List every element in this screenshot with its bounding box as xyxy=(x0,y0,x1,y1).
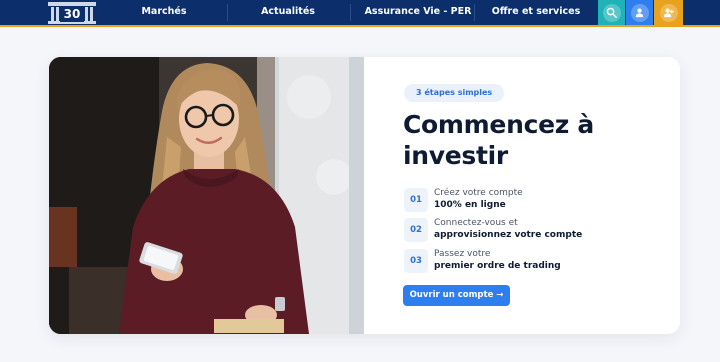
nav-item-marches[interactable]: Marchés xyxy=(118,0,210,25)
step-1: 01 Créez votre compte 100% en ligne xyxy=(404,188,664,214)
open-account-button[interactable]: Ouvrir un compte → xyxy=(403,285,510,306)
nav-separator xyxy=(227,4,228,21)
step-text-bold: premier ordre de trading xyxy=(434,261,561,271)
search-icon xyxy=(602,3,621,22)
step-3: 03 Passez votre premier ordre de trading xyxy=(404,249,664,275)
nav-separator xyxy=(474,4,475,21)
step-text: Connectez-vous et xyxy=(434,218,518,228)
account-button[interactable] xyxy=(626,0,653,25)
step-text: Passez votre xyxy=(434,249,491,259)
step-text-bold: approvisionnez votre compte xyxy=(434,230,583,240)
hero-title: Commencez à investir xyxy=(403,110,594,170)
steps-badge: 3 étapes simples xyxy=(404,84,505,102)
hero-content: 3 étapes simples Commencez à investir 01… xyxy=(364,57,680,334)
nav-item-actualites[interactable]: Actualités xyxy=(240,0,336,25)
site-logo[interactable]: 30 xyxy=(46,2,98,24)
add-user-icon xyxy=(659,3,678,22)
search-button[interactable] xyxy=(598,0,625,25)
hero-photo xyxy=(49,57,364,334)
user-icon xyxy=(630,3,649,22)
step-number: 02 xyxy=(404,218,428,242)
step-number: 01 xyxy=(404,188,428,212)
step-text-bold: 100% en ligne xyxy=(434,200,506,210)
hero-card: 3 étapes simples Commencez à investir 01… xyxy=(49,57,680,334)
step-text: Créez votre compte xyxy=(434,188,523,198)
step-number: 03 xyxy=(404,249,428,273)
step-2: 02 Connectez-vous et approvisionnez votr… xyxy=(404,218,664,244)
nav-item-assurance-vie-per[interactable]: Assurance Vie - PER xyxy=(358,0,478,25)
register-button[interactable] xyxy=(654,0,683,25)
top-navigation-bar: 30 Marchés Actualités Assurance Vie - PE… xyxy=(0,0,720,25)
nav-separator xyxy=(350,4,351,21)
nav-item-offre-et-services[interactable]: Offre et services xyxy=(490,0,582,25)
nav-accent-line xyxy=(0,25,720,27)
logo-number: 30 xyxy=(60,7,84,22)
